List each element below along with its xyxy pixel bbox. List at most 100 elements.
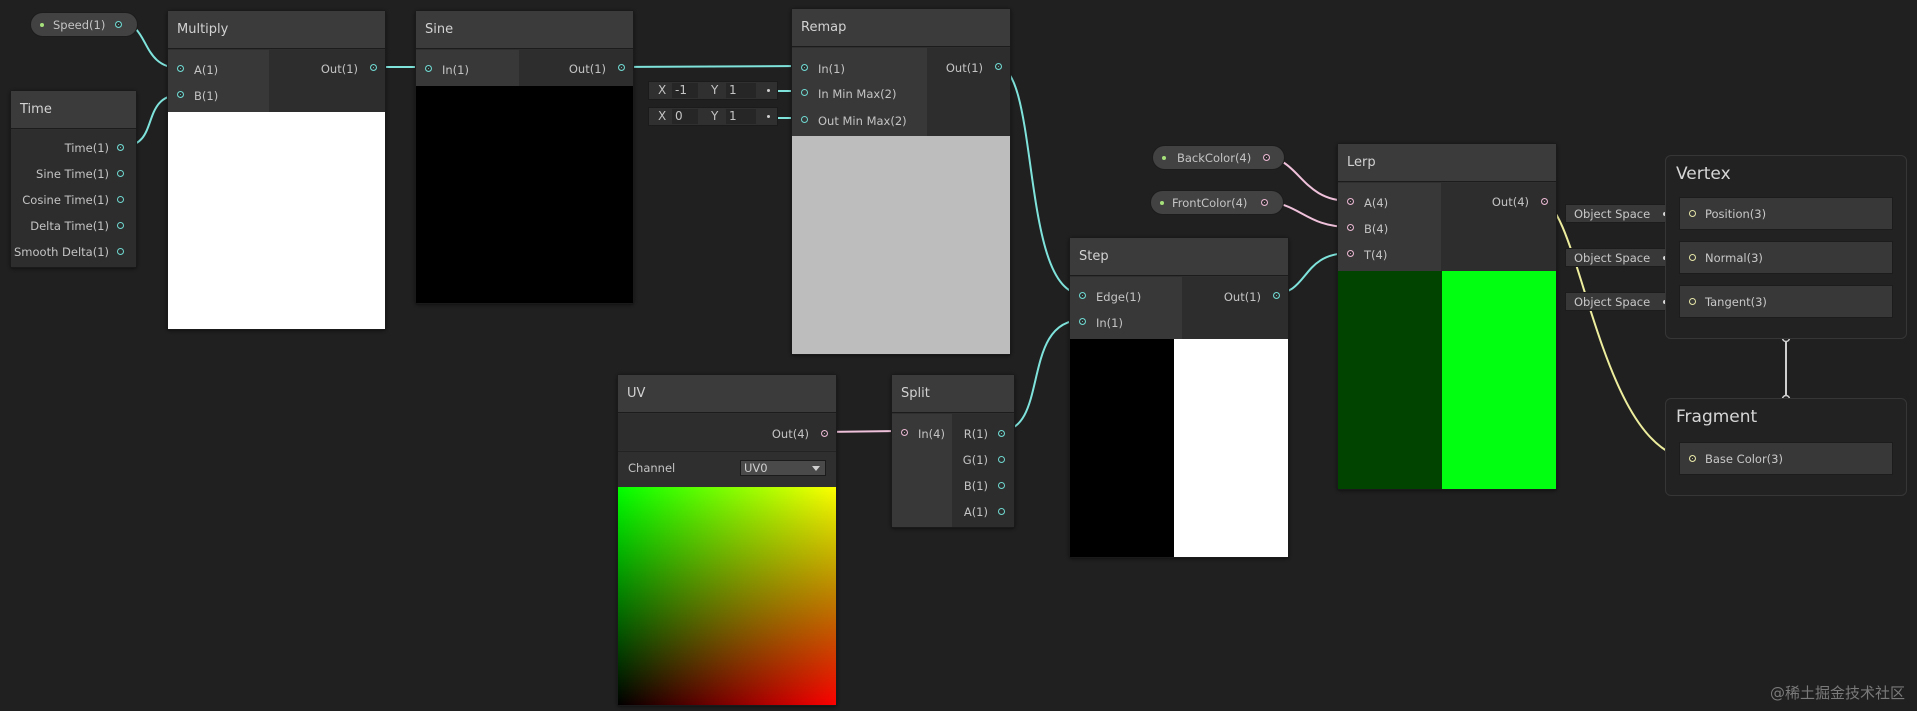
step-input-in-port[interactable] [1079, 318, 1086, 325]
position-input-port[interactable] [1689, 210, 1696, 217]
uv-channel-value: UV0 [744, 461, 768, 475]
multiply-node[interactable]: Multiply A(1) B(1) Out(1) [167, 10, 386, 330]
lerp-preview-bright [1442, 271, 1556, 489]
vertex-slot-position[interactable]: Position(3) [1679, 197, 1893, 230]
remap-node[interactable]: Remap In(1) In Min Max(2) Out Min Max(2)… [791, 8, 1011, 355]
time-node[interactable]: Time Time(1) Sine Time(1) Cosine Time(1)… [10, 90, 137, 268]
multiply-preview [168, 112, 385, 329]
out-min-max-x-value[interactable]: 0 [672, 109, 698, 124]
vertex-slot-normal[interactable]: Normal(3) [1679, 241, 1893, 274]
split-output-b-port[interactable] [998, 482, 1005, 489]
tangent-space-label: Object Space [1574, 295, 1651, 309]
step-node-title: Step [1070, 238, 1288, 276]
out-min-max-y-value[interactable]: 1 [726, 109, 756, 124]
sine-output-port[interactable] [618, 64, 625, 71]
split-output-r-port[interactable] [998, 430, 1005, 437]
time-output-sine-time-port[interactable] [117, 170, 124, 177]
multiply-input-b-port[interactable] [177, 91, 184, 98]
step-output: Out(1) [1223, 290, 1261, 304]
lerp-output: Out(4) [1491, 195, 1529, 209]
backcolor-property-node[interactable]: BackColor(4) [1152, 145, 1285, 170]
normal-slot-label: Normal(3) [1705, 251, 1763, 265]
time-output-cosine-time-port[interactable] [117, 196, 124, 203]
tangent-slot-label: Tangent(3) [1705, 295, 1767, 309]
step-input-in: In(1) [1096, 316, 1123, 330]
remap-input-in-min-max: In Min Max(2) [818, 87, 897, 101]
split-node[interactable]: Split In(4) R(1) G(1) B(1) A(1) [891, 374, 1015, 528]
step-preview-black [1070, 339, 1174, 557]
base-color-input-port[interactable] [1689, 455, 1696, 462]
split-output-a: A(1) [963, 505, 988, 519]
remap-input-out-min-max-port[interactable] [801, 116, 808, 123]
remap-input-in-port[interactable] [801, 64, 808, 71]
speed-property-node[interactable]: Speed(1) [30, 12, 138, 37]
lerp-preview-dark [1338, 271, 1442, 489]
normal-space-label: Object Space [1574, 251, 1651, 265]
step-node[interactable]: Step Edge(1) In(1) Out(1) [1069, 237, 1289, 558]
multiply-output-port[interactable] [370, 64, 377, 71]
frontcolor-property-node[interactable]: FrontColor(4) [1150, 190, 1284, 215]
remap-node-title: Remap [792, 9, 1010, 47]
split-input-port[interactable] [901, 429, 908, 436]
out-min-max-y-label: Y [711, 109, 719, 123]
sine-node-title: Sine [416, 11, 633, 49]
lerp-node[interactable]: Lerp A(4) B(4) T(4) Out(4) [1337, 143, 1557, 490]
split-node-title: Split [892, 375, 1014, 413]
sine-input: In(1) [442, 63, 469, 77]
base-color-slot-label: Base Color(3) [1705, 452, 1783, 466]
vertex-master-stack[interactable]: Vertex Position(3) Normal(3) Tangent(3) [1665, 155, 1907, 339]
property-dot-icon [1162, 156, 1166, 160]
in-min-max-x-value[interactable]: -1 [672, 83, 698, 98]
remap-in-min-max-field[interactable]: X -1 Y 1 [648, 81, 778, 100]
sine-preview [416, 86, 633, 303]
lerp-input-t: T(4) [1364, 248, 1388, 262]
time-output-smooth-delta-port[interactable] [117, 248, 124, 255]
in-min-max-x-label: X [658, 83, 667, 97]
remap-input-in-min-max-port[interactable] [801, 89, 808, 96]
in-min-max-y-value[interactable]: 1 [726, 83, 756, 98]
normal-input-port[interactable] [1689, 254, 1696, 261]
lerp-input-a: A(4) [1364, 196, 1389, 210]
time-output-delta-time-port[interactable] [117, 222, 124, 229]
fragment-master-stack[interactable]: Fragment Base Color(3) [1665, 398, 1907, 496]
lerp-input-b: B(4) [1364, 222, 1389, 236]
time-output-smooth-delta: Smooth Delta(1) [14, 245, 109, 259]
lerp-output-port[interactable] [1541, 198, 1548, 205]
vertex-slot-tangent[interactable]: Tangent(3) [1679, 285, 1893, 318]
split-output-a-port[interactable] [998, 508, 1005, 515]
step-input-edge-port[interactable] [1079, 292, 1086, 299]
remap-out-min-max-field[interactable]: X 0 Y 1 [648, 107, 778, 126]
uv-output: Out(4) [771, 427, 809, 441]
remap-output: Out(1) [945, 61, 983, 75]
uv-channel-label: Channel [628, 461, 676, 475]
time-output-delta-time: Delta Time(1) [30, 219, 109, 233]
split-output-g-port[interactable] [998, 456, 1005, 463]
remap-output-port[interactable] [995, 63, 1002, 70]
multiply-input-b: B(1) [194, 89, 219, 103]
uv-channel-select[interactable]: UV0 [740, 460, 826, 476]
uv-output-port[interactable] [821, 430, 828, 437]
multiply-input-a-port[interactable] [177, 65, 184, 72]
watermark: @稀土掘金技术社区 [1769, 684, 1905, 702]
tangent-space-tag[interactable]: Object Space [1565, 292, 1676, 311]
speed-output-port[interactable] [115, 21, 122, 28]
backcolor-property-label: BackColor(4) [1177, 151, 1252, 165]
tangent-input-port[interactable] [1689, 298, 1696, 305]
position-slot-label: Position(3) [1705, 207, 1767, 221]
time-output-time-port[interactable] [117, 144, 124, 151]
lerp-input-a-port[interactable] [1347, 198, 1354, 205]
sine-input-port[interactable] [425, 65, 432, 72]
sine-node[interactable]: Sine In(1) Out(1) [415, 10, 634, 304]
lerp-input-b-port[interactable] [1347, 224, 1354, 231]
vertex-title: Vertex [1676, 164, 1731, 184]
frontcolor-output-port[interactable] [1261, 199, 1268, 206]
step-output-port[interactable] [1273, 292, 1280, 299]
frontcolor-property-label: FrontColor(4) [1172, 196, 1248, 210]
fragment-slot-base-color[interactable]: Base Color(3) [1679, 442, 1893, 475]
lerp-input-t-port[interactable] [1347, 250, 1354, 257]
uv-node-title: UV [618, 375, 836, 413]
position-space-tag[interactable]: Object Space [1565, 204, 1676, 223]
normal-space-tag[interactable]: Object Space [1565, 248, 1676, 267]
uv-node[interactable]: UV Out(4) Channel UV0 [617, 374, 837, 706]
backcolor-output-port[interactable] [1263, 154, 1270, 161]
